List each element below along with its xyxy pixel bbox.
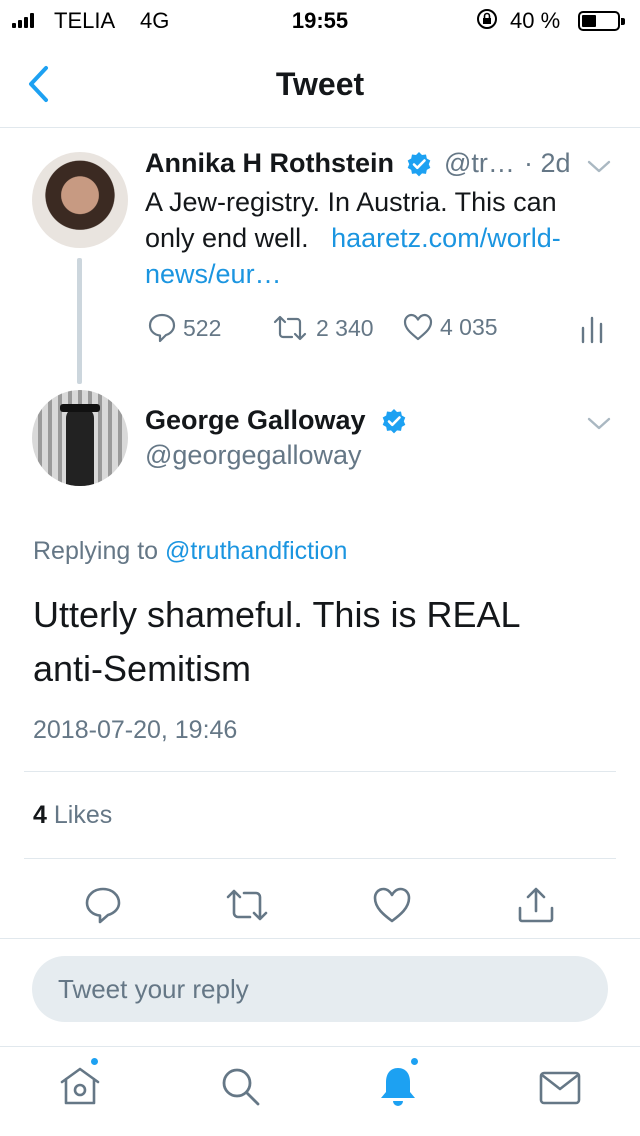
retweet-icon[interactable] (222, 884, 272, 926)
reply-icon (148, 313, 176, 343)
replying-to-mention[interactable]: @truthandfiction (165, 537, 347, 565)
like-count: 4 035 (440, 313, 498, 340)
notifications-bell-icon[interactable] (374, 1062, 422, 1110)
avatar-annika[interactable] (32, 152, 128, 248)
page-title: Tweet (275, 66, 365, 102)
parent-text-line1: A Jew-registry. In Austria. This can (145, 187, 557, 217)
retweet-icon (273, 315, 307, 341)
replying-to: Replying to @truthandfiction (33, 537, 347, 566)
parent-author-handle[interactable]: @tr… (444, 148, 515, 179)
likes-summary[interactable]: 4 Likes (33, 801, 112, 830)
verified-badge-icon (382, 409, 406, 434)
divider (0, 938, 640, 939)
battery-percentage: 40 % (510, 8, 561, 33)
like-action[interactable]: 4 035 (402, 312, 498, 342)
parent-tweet-link[interactable]: haaretz.com/world- (331, 223, 561, 253)
chevron-down-icon[interactable] (586, 159, 612, 175)
battery-icon (578, 11, 625, 31)
search-icon[interactable] (216, 1062, 264, 1110)
retweet-action[interactable]: 2 340 (270, 312, 374, 344)
chevron-down-icon[interactable] (586, 416, 612, 432)
divider (24, 858, 616, 859)
likes-label: Likes (53, 801, 113, 829)
parent-text-line2: only end well. (145, 223, 309, 253)
share-icon[interactable] (515, 884, 557, 926)
notifications-dot (409, 1056, 420, 1067)
messages-envelope-icon[interactable] (536, 1064, 584, 1112)
verified-badge-icon (407, 152, 431, 177)
home-notification-dot (89, 1056, 100, 1067)
replying-to-label: Replying to (33, 537, 159, 565)
parent-tweet-age: · 2d (524, 148, 571, 178)
reply-count: 522 (183, 314, 222, 341)
navigation-bar: Tweet (0, 40, 640, 128)
reply-input[interactable]: Tweet your reply (32, 956, 608, 1022)
likes-count: 4 (33, 801, 47, 829)
avatar-george[interactable] (32, 390, 128, 486)
tweet-timestamp: 2018-07-20, 19:46 (33, 716, 238, 744)
like-icon (403, 313, 433, 341)
reply-icon[interactable] (82, 884, 124, 926)
main-tweet-text: Utterly shameful. This is REAL anti-Semi… (33, 594, 520, 689)
thread-connector (77, 258, 82, 384)
rotation-lock-icon (477, 9, 497, 29)
status-bar: TELIA 4G 19:55 40 % (0, 0, 640, 40)
home-icon[interactable] (56, 1062, 104, 1110)
divider (0, 1046, 640, 1047)
divider (24, 771, 616, 772)
like-icon[interactable] (371, 884, 413, 926)
parent-author-name[interactable]: Annika H Rothstein (145, 148, 394, 179)
retweet-count: 2 340 (316, 314, 374, 341)
parent-tweet-text: A Jew-registry. In Austria. This can onl… (145, 184, 625, 292)
main-author-handle[interactable]: @georgegalloway (145, 440, 362, 471)
main-author-name[interactable]: George Galloway (145, 405, 366, 436)
parent-tweet-link-cont[interactable]: news/eur… (145, 256, 625, 292)
analytics-icon[interactable] (580, 314, 604, 344)
reply-action[interactable]: 522 (147, 312, 221, 344)
